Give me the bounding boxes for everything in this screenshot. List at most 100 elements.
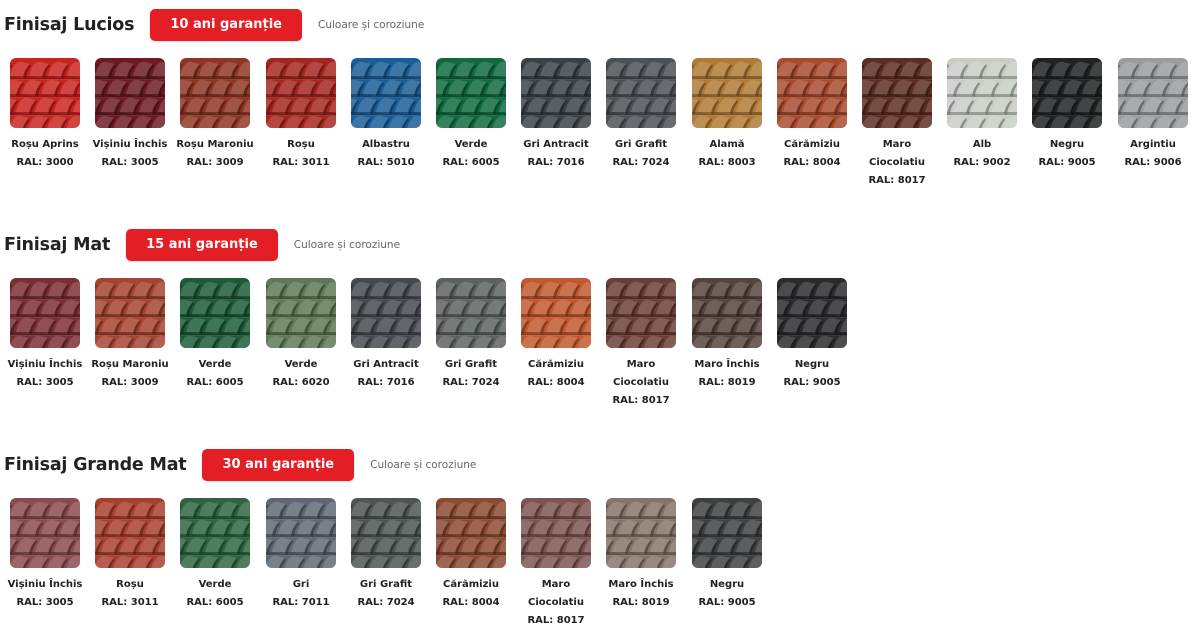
roof-tile-swatch-icon[interactable]	[606, 498, 676, 568]
ral-code: RAL: 6005	[186, 597, 244, 608]
section-title: Finisaj Lucios	[4, 15, 135, 35]
roof-tile-swatch-icon[interactable]	[10, 498, 80, 568]
roof-tile-swatch-icon[interactable]	[692, 498, 762, 568]
warranty-subtitle: Culoare și coroziune	[293, 239, 401, 251]
ral-code: RAL: 3000	[16, 157, 74, 168]
roof-tile-swatch-icon[interactable]	[180, 498, 250, 568]
roof-tile-swatch-icon[interactable]	[1118, 58, 1188, 128]
color-swatch[interactable]: Vișiniu Închis RAL: 3005	[8, 278, 82, 392]
ral-code: RAL: 8004	[527, 377, 585, 388]
ral-code: RAL: 3005	[101, 157, 159, 168]
color-swatch[interactable]: Cărămiziu RAL: 8004	[777, 58, 847, 172]
color-swatch[interactable]: Gri Antracit RAL: 7016	[351, 278, 421, 392]
color-name: Verde	[198, 359, 232, 370]
color-swatch[interactable]: Cărămiziu RAL: 8004	[521, 278, 591, 392]
roof-tile-swatch-icon[interactable]	[606, 58, 676, 128]
color-name: Gri Antracit	[353, 359, 419, 370]
color-swatch[interactable]: Gri Antracit RAL: 7016	[521, 58, 591, 172]
ral-code: RAL: 7024	[357, 597, 415, 608]
color-swatch[interactable]: Gri Grafit RAL: 7024	[351, 498, 421, 612]
ral-code: RAL: 7016	[357, 377, 415, 388]
ral-code: RAL: 3009	[101, 377, 159, 388]
color-swatch[interactable]: Negru RAL: 9005	[777, 278, 847, 392]
color-swatch[interactable]: Verde RAL: 6005	[436, 58, 506, 172]
color-name: Verde	[284, 359, 318, 370]
color-name: Negru	[794, 359, 830, 370]
color-swatch[interactable]: Gri Grafit RAL: 7024	[606, 58, 676, 172]
roof-tile-swatch-icon[interactable]	[351, 58, 421, 128]
ral-code: RAL: 9005	[698, 597, 756, 608]
color-swatch[interactable]: Roșu Maroniu RAL: 3009	[176, 58, 254, 172]
roof-tile-swatch-icon[interactable]	[606, 278, 676, 348]
color-swatch[interactable]: Vișiniu Închis RAL: 3005	[93, 58, 167, 172]
color-swatch[interactable]: Maro Ciocolatiu RAL: 8017	[521, 498, 591, 630]
color-swatch[interactable]: Vișiniu Închis RAL: 3005	[8, 498, 82, 612]
ral-code: RAL: 8017	[612, 395, 670, 406]
roof-tile-swatch-icon[interactable]	[521, 498, 591, 568]
ral-code: RAL: 7011	[272, 597, 330, 608]
color-name: Alamă	[709, 139, 745, 150]
ral-code: RAL: 8004	[783, 157, 841, 168]
color-name: Argintiu	[1130, 139, 1176, 150]
color-swatch[interactable]: Negru RAL: 9005	[692, 498, 762, 612]
color-swatch[interactable]: Maro Ciocolatiu RAL: 8017	[862, 58, 932, 190]
color-swatch[interactable]: Roșu RAL: 3011	[95, 498, 165, 612]
roof-tile-swatch-icon[interactable]	[521, 58, 591, 128]
roof-tile-swatch-icon[interactable]	[436, 58, 506, 128]
color-swatch[interactable]: Alb RAL: 9002	[947, 58, 1017, 172]
color-name: Vișiniu Închis	[7, 359, 83, 370]
roof-tile-swatch-icon[interactable]	[266, 498, 336, 568]
color-swatch[interactable]: Maro Închis RAL: 8019	[606, 498, 676, 612]
roof-tile-swatch-icon[interactable]	[436, 498, 506, 568]
color-swatch[interactable]: Verde RAL: 6005	[180, 278, 250, 392]
ral-code: RAL: 3005	[16, 597, 74, 608]
color-swatch[interactable]: Cărămiziu RAL: 8004	[436, 498, 506, 612]
color-name: Verde	[198, 579, 232, 590]
warranty-badge[interactable]: 30 ani garanție	[202, 449, 355, 481]
roof-tile-swatch-icon[interactable]	[947, 58, 1017, 128]
roof-tile-swatch-icon[interactable]	[95, 278, 165, 348]
roof-tile-swatch-icon[interactable]	[692, 58, 762, 128]
color-swatch[interactable]: Roșu RAL: 3011	[266, 58, 336, 172]
roof-tile-swatch-icon[interactable]	[10, 58, 80, 128]
roof-tile-swatch-icon[interactable]	[436, 278, 506, 348]
color-swatch[interactable]: Roșu Aprins RAL: 3000	[10, 58, 80, 172]
roof-tile-swatch-icon[interactable]	[1032, 58, 1102, 128]
roof-tile-swatch-icon[interactable]	[266, 278, 336, 348]
color-swatch[interactable]: Verde RAL: 6020	[266, 278, 336, 392]
roof-tile-swatch-icon[interactable]	[521, 278, 591, 348]
ral-code: RAL: 3011	[272, 157, 330, 168]
color-swatch[interactable]: Alamă RAL: 8003	[692, 58, 762, 172]
color-swatch[interactable]: Negru RAL: 9005	[1032, 58, 1102, 172]
roof-tile-swatch-icon[interactable]	[180, 278, 250, 348]
section-title: Finisaj Mat	[4, 235, 111, 255]
roof-tile-swatch-icon[interactable]	[777, 278, 847, 348]
roof-tile-swatch-icon[interactable]	[777, 58, 847, 128]
ral-code: RAL: 7016	[527, 157, 585, 168]
ral-code: RAL: 9006	[1124, 157, 1182, 168]
section-header: Finisaj Grande Mat 30 ani garanție Culoa…	[4, 448, 476, 482]
ral-code: RAL: 3005	[16, 377, 74, 388]
warranty-badge[interactable]: 10 ani garanție	[150, 9, 302, 41]
color-swatch[interactable]: Albastru RAL: 5010	[351, 58, 421, 172]
color-name: Maro Ciocolatiu	[869, 139, 925, 168]
color-swatch[interactable]: Gri Grafit RAL: 7024	[436, 278, 506, 392]
warranty-badge[interactable]: 15 ani garanție	[126, 229, 278, 261]
roof-tile-swatch-icon[interactable]	[266, 58, 336, 128]
roof-tile-swatch-icon[interactable]	[10, 278, 80, 348]
roof-tile-swatch-icon[interactable]	[95, 498, 165, 568]
roof-tile-swatch-icon[interactable]	[351, 498, 421, 568]
color-swatch[interactable]: Argintiu RAL: 9006	[1118, 58, 1188, 172]
roof-tile-swatch-icon[interactable]	[180, 58, 250, 128]
color-name: Roșu Aprins	[11, 139, 79, 150]
color-swatch[interactable]: Maro Închis RAL: 8019	[692, 278, 762, 392]
roof-tile-swatch-icon[interactable]	[692, 278, 762, 348]
color-swatch[interactable]: Verde RAL: 6005	[180, 498, 250, 612]
color-swatch[interactable]: Maro Ciocolatiu RAL: 8017	[606, 278, 676, 410]
ral-code: RAL: 8019	[612, 597, 670, 608]
roof-tile-swatch-icon[interactable]	[351, 278, 421, 348]
roof-tile-swatch-icon[interactable]	[95, 58, 165, 128]
color-swatch[interactable]: Gri RAL: 7011	[266, 498, 336, 612]
color-swatch[interactable]: Roșu Maroniu RAL: 3009	[91, 278, 169, 392]
roof-tile-swatch-icon[interactable]	[862, 58, 932, 128]
